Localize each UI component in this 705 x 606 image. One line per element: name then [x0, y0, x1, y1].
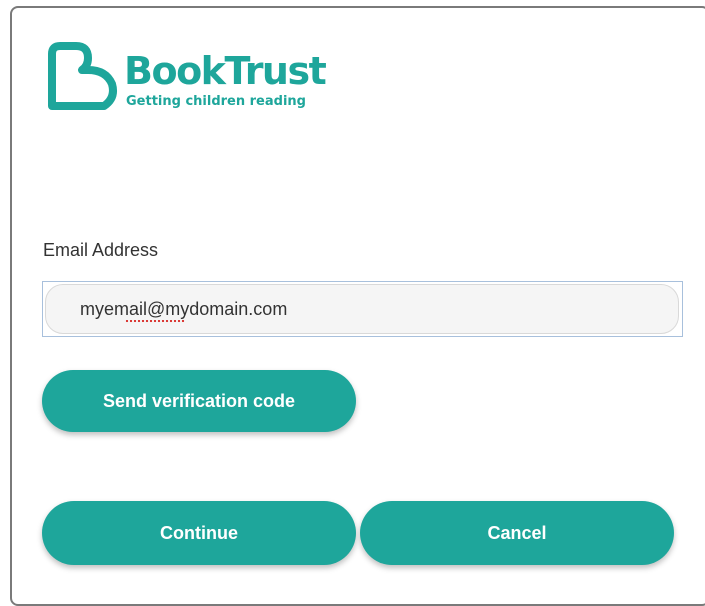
heart-b-icon — [48, 42, 117, 110]
brand-tagline: Getting children reading — [126, 94, 306, 109]
email-label: Email Address — [43, 240, 159, 260]
send-verification-code-button[interactable]: Send verification code — [42, 370, 356, 432]
continue-button[interactable]: Continue — [42, 501, 356, 565]
spellcheck-underline — [125, 320, 185, 323]
cancel-button[interactable]: Cancel — [360, 501, 674, 565]
email-field[interactable] — [45, 284, 679, 334]
email-field-wrapper — [42, 281, 683, 337]
brand-name: BookTrust — [124, 49, 327, 93]
